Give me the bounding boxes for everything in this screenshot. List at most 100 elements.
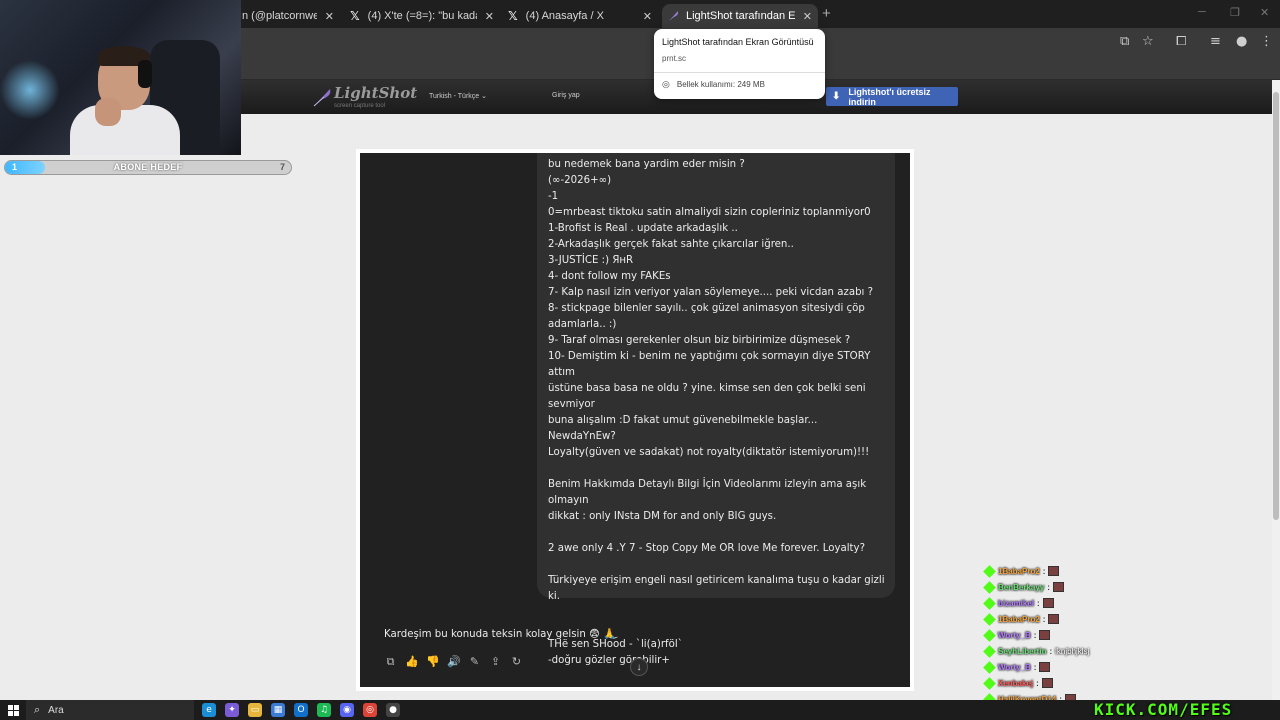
message-line: dikkat : only INsta DM for and only BIG …	[548, 511, 777, 522]
chat-message: Worty_B:	[982, 627, 1182, 643]
login-link[interactable]: Giriş yap	[552, 92, 580, 99]
extensions-icon[interactable]: ⧠	[1176, 34, 1186, 49]
chat-username[interactable]: 1BabaPro2	[998, 567, 1040, 576]
media-control-icon[interactable]: ≡	[1210, 34, 1221, 49]
badge-icon	[983, 596, 996, 610]
thumbs-up-icon[interactable]: 👍	[405, 655, 419, 669]
message-line: 3-JUSTİCE :) ЯʜR	[548, 255, 634, 266]
badge-icon	[983, 612, 996, 626]
language-select[interactable]: Turkish - Türkçe ⌄	[429, 92, 487, 100]
message-line: 9- Taraf olması gerekenler olsun biz bir…	[548, 335, 851, 346]
chat-message: bizamikel:	[982, 595, 1182, 611]
message-line: (∞-2026+∞)	[548, 175, 612, 186]
edge-icon[interactable]: e	[202, 703, 216, 717]
message-line	[548, 525, 888, 541]
chat-message: BenBerkayy:	[982, 579, 1182, 595]
search-icon: ⌕	[34, 703, 41, 716]
new-tab-button[interactable]: +	[822, 5, 831, 22]
tab-platcornweb[interactable]: n (@platcornweb) / X ✕	[236, 4, 340, 28]
start-button[interactable]	[0, 700, 26, 720]
chat-username[interactable]: SeyhLibertin	[998, 647, 1046, 656]
taskbar-search[interactable]: ⌕ Ara	[26, 700, 194, 720]
download-button[interactable]: ⬇ Lightshot'ı ücretsiz indirin	[826, 87, 958, 107]
stream-chat: 1BabaPro2: BenBerkayy: bizamikel: 1BabaPro2…	[982, 563, 1182, 707]
badge-icon	[983, 580, 996, 594]
memory-icon: ◎	[662, 79, 670, 89]
goal-label: ABONE HEDEF	[113, 162, 183, 172]
discord-icon[interactable]: ◉	[340, 703, 354, 717]
chrome-icon[interactable]: ◎	[363, 703, 377, 717]
chat-username[interactable]: BenBerkayy	[998, 583, 1044, 592]
message-actions: ⧉ 👍 👎 🔊 ✎ ⇪ ↻	[384, 655, 523, 669]
tab-x-home[interactable]: 𝕏 (4) Anasayfa / X ✕	[502, 4, 658, 28]
chat-message: Worty_B:	[982, 659, 1182, 675]
chat-username[interactable]: Worty_B	[998, 631, 1031, 640]
spotify-icon[interactable]: ♫	[317, 703, 331, 717]
emote-icon	[1041, 678, 1053, 688]
thumbs-down-icon[interactable]: 👎	[426, 655, 440, 669]
store-icon[interactable]: ▦	[271, 703, 285, 717]
maximize-icon[interactable]: ❐	[1230, 6, 1240, 19]
scrollbar-thumb[interactable]	[1273, 92, 1279, 520]
profile-icon[interactable]: ●	[1236, 34, 1247, 49]
minimize-icon[interactable]: ─	[1198, 6, 1206, 18]
message-line: bu nedemek bana yardim eder misin ?	[548, 159, 745, 170]
tab-lightshot[interactable]: LightShot tarafından Ekran Görün ✕	[662, 4, 818, 28]
chat-username[interactable]: Worty_B	[998, 663, 1031, 672]
message-line: Türkiyeye erişim engeli nasıl getiricem …	[548, 575, 885, 602]
window-close-icon[interactable]: ✕	[1260, 6, 1269, 19]
message-line: 2-Arkadaşlık gerçek fakat sahte çıkarcıl…	[548, 239, 794, 250]
regenerate-icon[interactable]: ↻	[510, 655, 523, 669]
tab-x-post[interactable]: 𝕏 (4) X'te (=8=): "bu kadan yeteri ✕	[344, 4, 500, 28]
speaker-icon[interactable]: 🔊	[447, 655, 461, 669]
message-line: 8- stickpage bilenler sayılı.. çok güzel…	[548, 303, 865, 314]
close-icon[interactable]: ✕	[485, 10, 494, 23]
x-logo-icon: 𝕏	[350, 9, 360, 23]
message-line: 7- Kalp nasıl izin veriyor yalan söyleme…	[548, 287, 874, 298]
share-icon[interactable]: ⇪	[489, 655, 502, 669]
chat-username[interactable]: bizamikel	[998, 599, 1034, 608]
subscriber-goal-bar: 1 ABONE HEDEF 7	[4, 160, 292, 175]
taskbar-apps: e ✦ ▭ ▦ O ♫ ◉ ◎ ●	[202, 703, 400, 717]
message-line	[548, 605, 888, 621]
message-line: 10- Demiştim ki - benim ne yaptığımı çok…	[548, 351, 871, 378]
windows-taskbar: ⌕ Ara e ✦ ▭ ▦ O ♫ ◉ ◎ ●	[0, 700, 1280, 720]
install-app-icon[interactable]: ⧉	[1120, 34, 1129, 49]
message-line: adamlarla.. :)	[548, 319, 617, 330]
message-line	[548, 557, 888, 573]
obs-icon[interactable]: ●	[386, 703, 400, 717]
message-line: 2 awe only 4 .Y 7 - Stop Copy Me OR love…	[548, 543, 865, 554]
emote-icon	[1042, 598, 1054, 608]
message-line: 4- dont follow my FAKEs	[548, 271, 671, 282]
message-line: Loyalty(güven ve sadakat) not royalty(di…	[548, 447, 870, 458]
outlook-icon[interactable]: O	[294, 703, 308, 717]
chat-message: 1BabaPro2:	[982, 611, 1182, 627]
files-icon[interactable]: ▭	[248, 703, 262, 717]
emote-icon	[1048, 614, 1060, 624]
menu-icon[interactable]: ⋮	[1260, 34, 1273, 49]
chat-text: lknjbhjklsj	[1055, 646, 1090, 656]
badge-icon	[983, 628, 996, 642]
hover-card-url: prnt.sc	[662, 54, 687, 63]
webcam-overlay	[0, 0, 241, 155]
close-icon[interactable]: ✕	[643, 10, 652, 23]
chat-username[interactable]: 1BabaPro2	[998, 615, 1040, 624]
chat-screenshot: bu nedemek bana yardim eder misin ? (∞-20…	[360, 153, 910, 687]
chevron-down-icon: ⌄	[481, 93, 488, 100]
copilot-icon[interactable]: ✦	[225, 703, 239, 717]
emote-icon	[1052, 582, 1064, 592]
copy-icon[interactable]: ⧉	[384, 655, 397, 669]
badge-icon	[983, 564, 996, 578]
edit-icon[interactable]: ✎	[468, 655, 481, 669]
chat-username[interactable]: Xenbakej	[998, 679, 1033, 688]
chat-message: SeyhLibertin: lknjbhjklsj	[982, 643, 1182, 659]
close-icon[interactable]: ✕	[803, 10, 812, 23]
message-line	[548, 461, 888, 477]
bookmark-star-icon[interactable]: ☆	[1142, 34, 1154, 49]
lightshot-logo[interactable]: LightShot screen capture tool	[312, 85, 417, 109]
chat-message: Xenbakej:	[982, 675, 1182, 691]
screenshot-image: bu nedemek bana yardim eder misin ? (∞-20…	[356, 149, 914, 691]
message-line: -doğru gözler görebilir+	[548, 655, 670, 666]
tab-hover-card: LightShot tarafından Ekran Görüntüsü prn…	[654, 29, 825, 99]
close-icon[interactable]: ✕	[325, 10, 334, 23]
